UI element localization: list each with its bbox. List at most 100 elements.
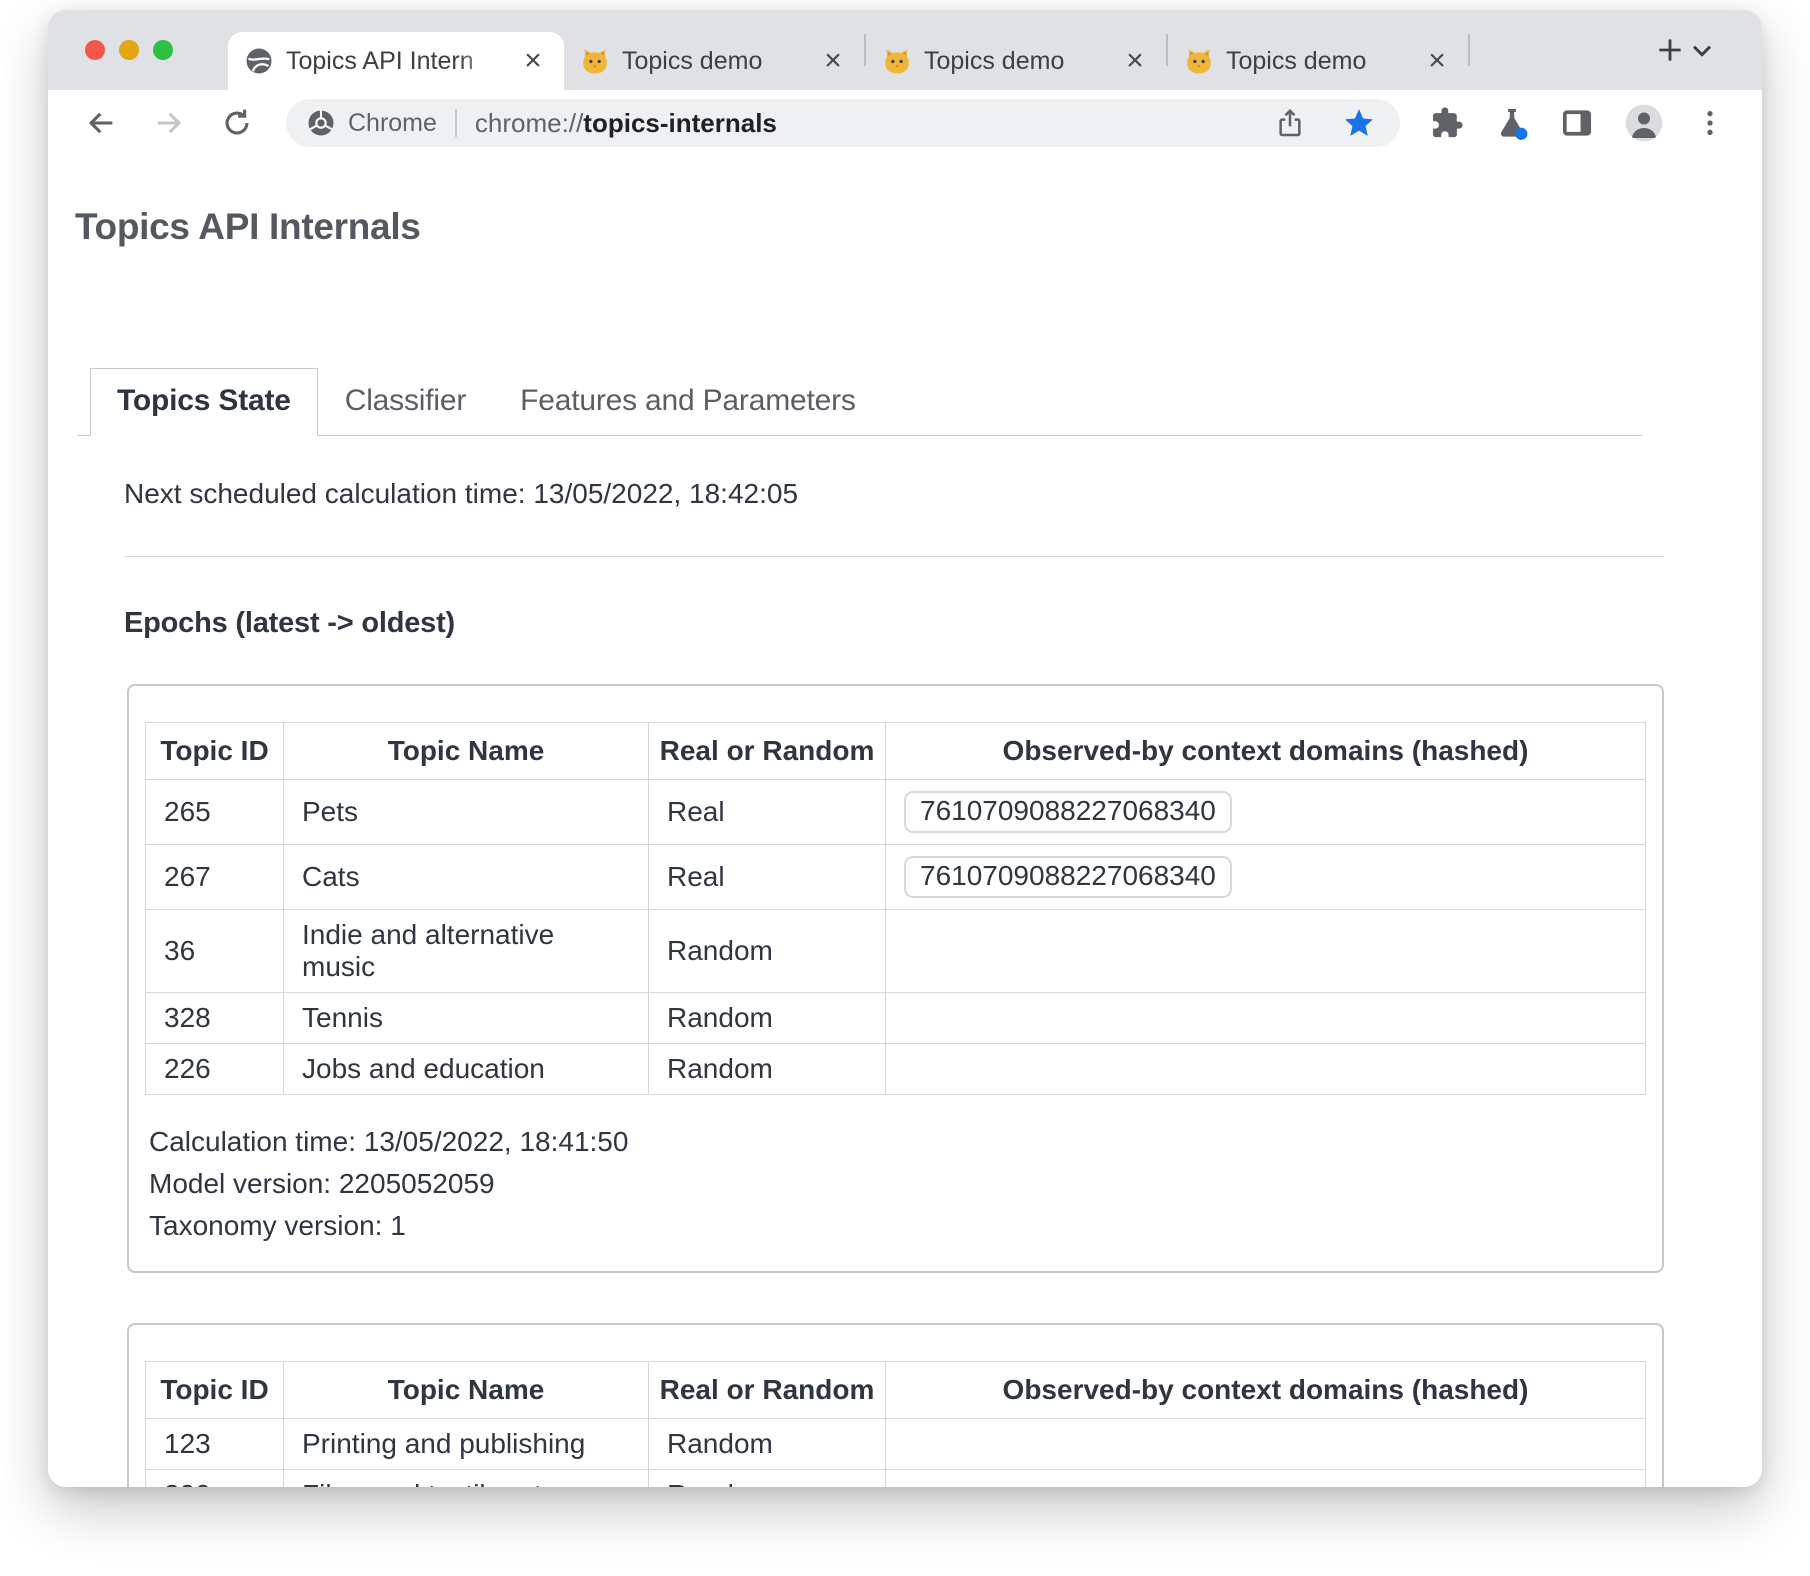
window-controls <box>85 40 173 60</box>
tab-title: Topics API Intern <box>286 47 506 76</box>
real-or-random-cell: Random <box>649 1419 886 1470</box>
chevron-down-icon <box>1686 34 1718 66</box>
address-bar[interactable]: Chrome chrome://topics-internals <box>286 99 1400 147</box>
tab-title: Topics demo <box>924 47 1108 76</box>
cat-favicon-icon <box>1184 46 1214 76</box>
epoch-section: Topic IDTopic NameReal or RandomObserved… <box>127 1323 1664 1487</box>
epoch-meta-line: Model version: 2205052059 <box>149 1163 1646 1205</box>
three-dot-menu-icon <box>1694 107 1726 139</box>
tab-close-icon[interactable]: × <box>1120 46 1150 76</box>
share-icon <box>1274 107 1306 139</box>
epoch-metadata: Calculation time: 13/05/2022, 18:41:50Mo… <box>149 1121 1646 1247</box>
profile-button[interactable] <box>1624 103 1664 143</box>
new-tab-button[interactable] <box>1654 34 1686 66</box>
table-row: 123Printing and publishingRandom <box>146 1419 1646 1470</box>
topics-table: Topic IDTopic NameReal or RandomObserved… <box>145 1361 1646 1487</box>
plus-icon <box>1654 34 1686 66</box>
close-window-button[interactable] <box>85 40 105 60</box>
browser-tab[interactable]: Topics demo × <box>564 32 864 90</box>
table-row: 328TennisRandom <box>146 993 1646 1044</box>
next-calculation-time: Next scheduled calculation time: 13/05/2… <box>124 478 1762 510</box>
topic-id-cell: 267 <box>146 845 284 910</box>
topics-table: Topic IDTopic NameReal or RandomObserved… <box>145 722 1646 1095</box>
browser-tab[interactable]: Topics demo × <box>866 32 1166 90</box>
topic-id-cell: 36 <box>146 910 284 993</box>
topic-name-cell: Pets <box>284 780 649 845</box>
epochs-heading: Epochs (latest -> oldest) <box>124 607 1762 640</box>
bookmark-star-button[interactable] <box>1342 106 1376 140</box>
reload-button[interactable] <box>208 106 266 140</box>
topic-id-cell: 328 <box>146 993 284 1044</box>
epoch-meta-line: Calculation time: 13/05/2022, 18:41:50 <box>149 1121 1646 1163</box>
topic-name-cell: Tennis <box>284 993 649 1044</box>
topic-name-cell: Indie and alternative music <box>284 910 649 993</box>
real-or-random-cell: Random <box>649 993 886 1044</box>
tab-search-button[interactable] <box>1686 34 1718 66</box>
back-arrow-icon <box>84 106 118 140</box>
share-button[interactable] <box>1274 107 1306 139</box>
page-tab[interactable]: Topics State <box>90 368 318 436</box>
omnibox-divider <box>455 109 457 137</box>
tab-title: Topics demo <box>622 47 806 76</box>
page-tab-bar: Topics State Classifier Features and Par… <box>77 368 1642 436</box>
browser-tab[interactable]: Topics API Intern × <box>228 32 564 90</box>
chrome-logo-icon <box>306 108 336 138</box>
epoch-meta-line: Taxonomy version: 1 <box>149 1205 1646 1247</box>
reload-icon <box>220 106 254 140</box>
page-tab[interactable]: Classifier <box>318 368 493 435</box>
tab-close-icon[interactable]: × <box>518 46 548 76</box>
table-row: 36Indie and alternative musicRandom <box>146 910 1646 993</box>
minimize-window-button[interactable] <box>119 40 139 60</box>
forward-button[interactable] <box>140 106 198 140</box>
back-button[interactable] <box>72 106 130 140</box>
url-scheme: chrome:// <box>475 108 583 138</box>
url-text: chrome://topics-internals <box>475 108 1254 139</box>
observed-domains-cell: 7610709088227068340 <box>886 780 1646 845</box>
epochs-list: Topic IDTopic NameReal or RandomObserved… <box>48 684 1762 1487</box>
divider <box>124 556 1664 557</box>
column-header: Topic Name <box>284 1362 649 1419</box>
hashed-domain-chip: 7610709088227068340 <box>904 856 1232 898</box>
extensions-button[interactable] <box>1430 106 1464 140</box>
experiments-button[interactable] <box>1494 105 1530 141</box>
column-header: Topic ID <box>146 723 284 780</box>
topic-id-cell: 265 <box>146 780 284 845</box>
toolbar-icons <box>1430 103 1726 143</box>
flask-icon <box>1494 105 1530 141</box>
forward-arrow-icon <box>152 106 186 140</box>
browser-tabs: Topics API Intern × Topics demo × <box>228 10 1612 90</box>
cat-favicon-icon <box>882 46 912 76</box>
site-label: Chrome <box>348 109 437 138</box>
tab-close-icon[interactable]: × <box>818 46 848 76</box>
side-panel-button[interactable] <box>1560 106 1594 140</box>
browser-window: Topics API Intern × Topics demo × <box>48 10 1762 1487</box>
real-or-random-cell: Real <box>649 845 886 910</box>
zoom-window-button[interactable] <box>153 40 173 60</box>
observed-domains-cell <box>886 910 1646 993</box>
real-or-random-cell: Real <box>649 780 886 845</box>
tab-close-icon[interactable]: × <box>1422 46 1452 76</box>
topic-name-cell: Fibre and textile arts <box>284 1470 649 1488</box>
table-row: 265PetsReal7610709088227068340 <box>146 780 1646 845</box>
topic-name-cell: Jobs and education <box>284 1044 649 1095</box>
topic-id-cell: 123 <box>146 1419 284 1470</box>
table-row: 226Jobs and educationRandom <box>146 1044 1646 1095</box>
table-row: 200Fibre and textile artsRandom <box>146 1470 1646 1488</box>
observed-domains-cell <box>886 1470 1646 1488</box>
cat-favicon-icon <box>580 46 610 76</box>
browser-tab[interactable]: Topics demo × <box>1168 32 1468 90</box>
topic-name-cell: Printing and publishing <box>284 1419 649 1470</box>
table-row: 267CatsReal7610709088227068340 <box>146 845 1646 910</box>
column-header: Observed-by context domains (hashed) <box>886 1362 1646 1419</box>
side-panel-icon <box>1560 106 1594 140</box>
observed-domains-cell <box>886 1044 1646 1095</box>
browser-tab-strip: Topics API Intern × Topics demo × <box>48 10 1762 90</box>
column-header: Real or Random <box>649 723 886 780</box>
browser-toolbar: Chrome chrome://topics-internals <box>48 90 1762 156</box>
browser-menu-button[interactable] <box>1694 107 1726 139</box>
real-or-random-cell: Random <box>649 910 886 993</box>
page-tab[interactable]: Features and Parameters <box>493 368 883 435</box>
globe-favicon-icon <box>244 46 274 76</box>
column-header: Topic Name <box>284 723 649 780</box>
real-or-random-cell: Random <box>649 1470 886 1488</box>
